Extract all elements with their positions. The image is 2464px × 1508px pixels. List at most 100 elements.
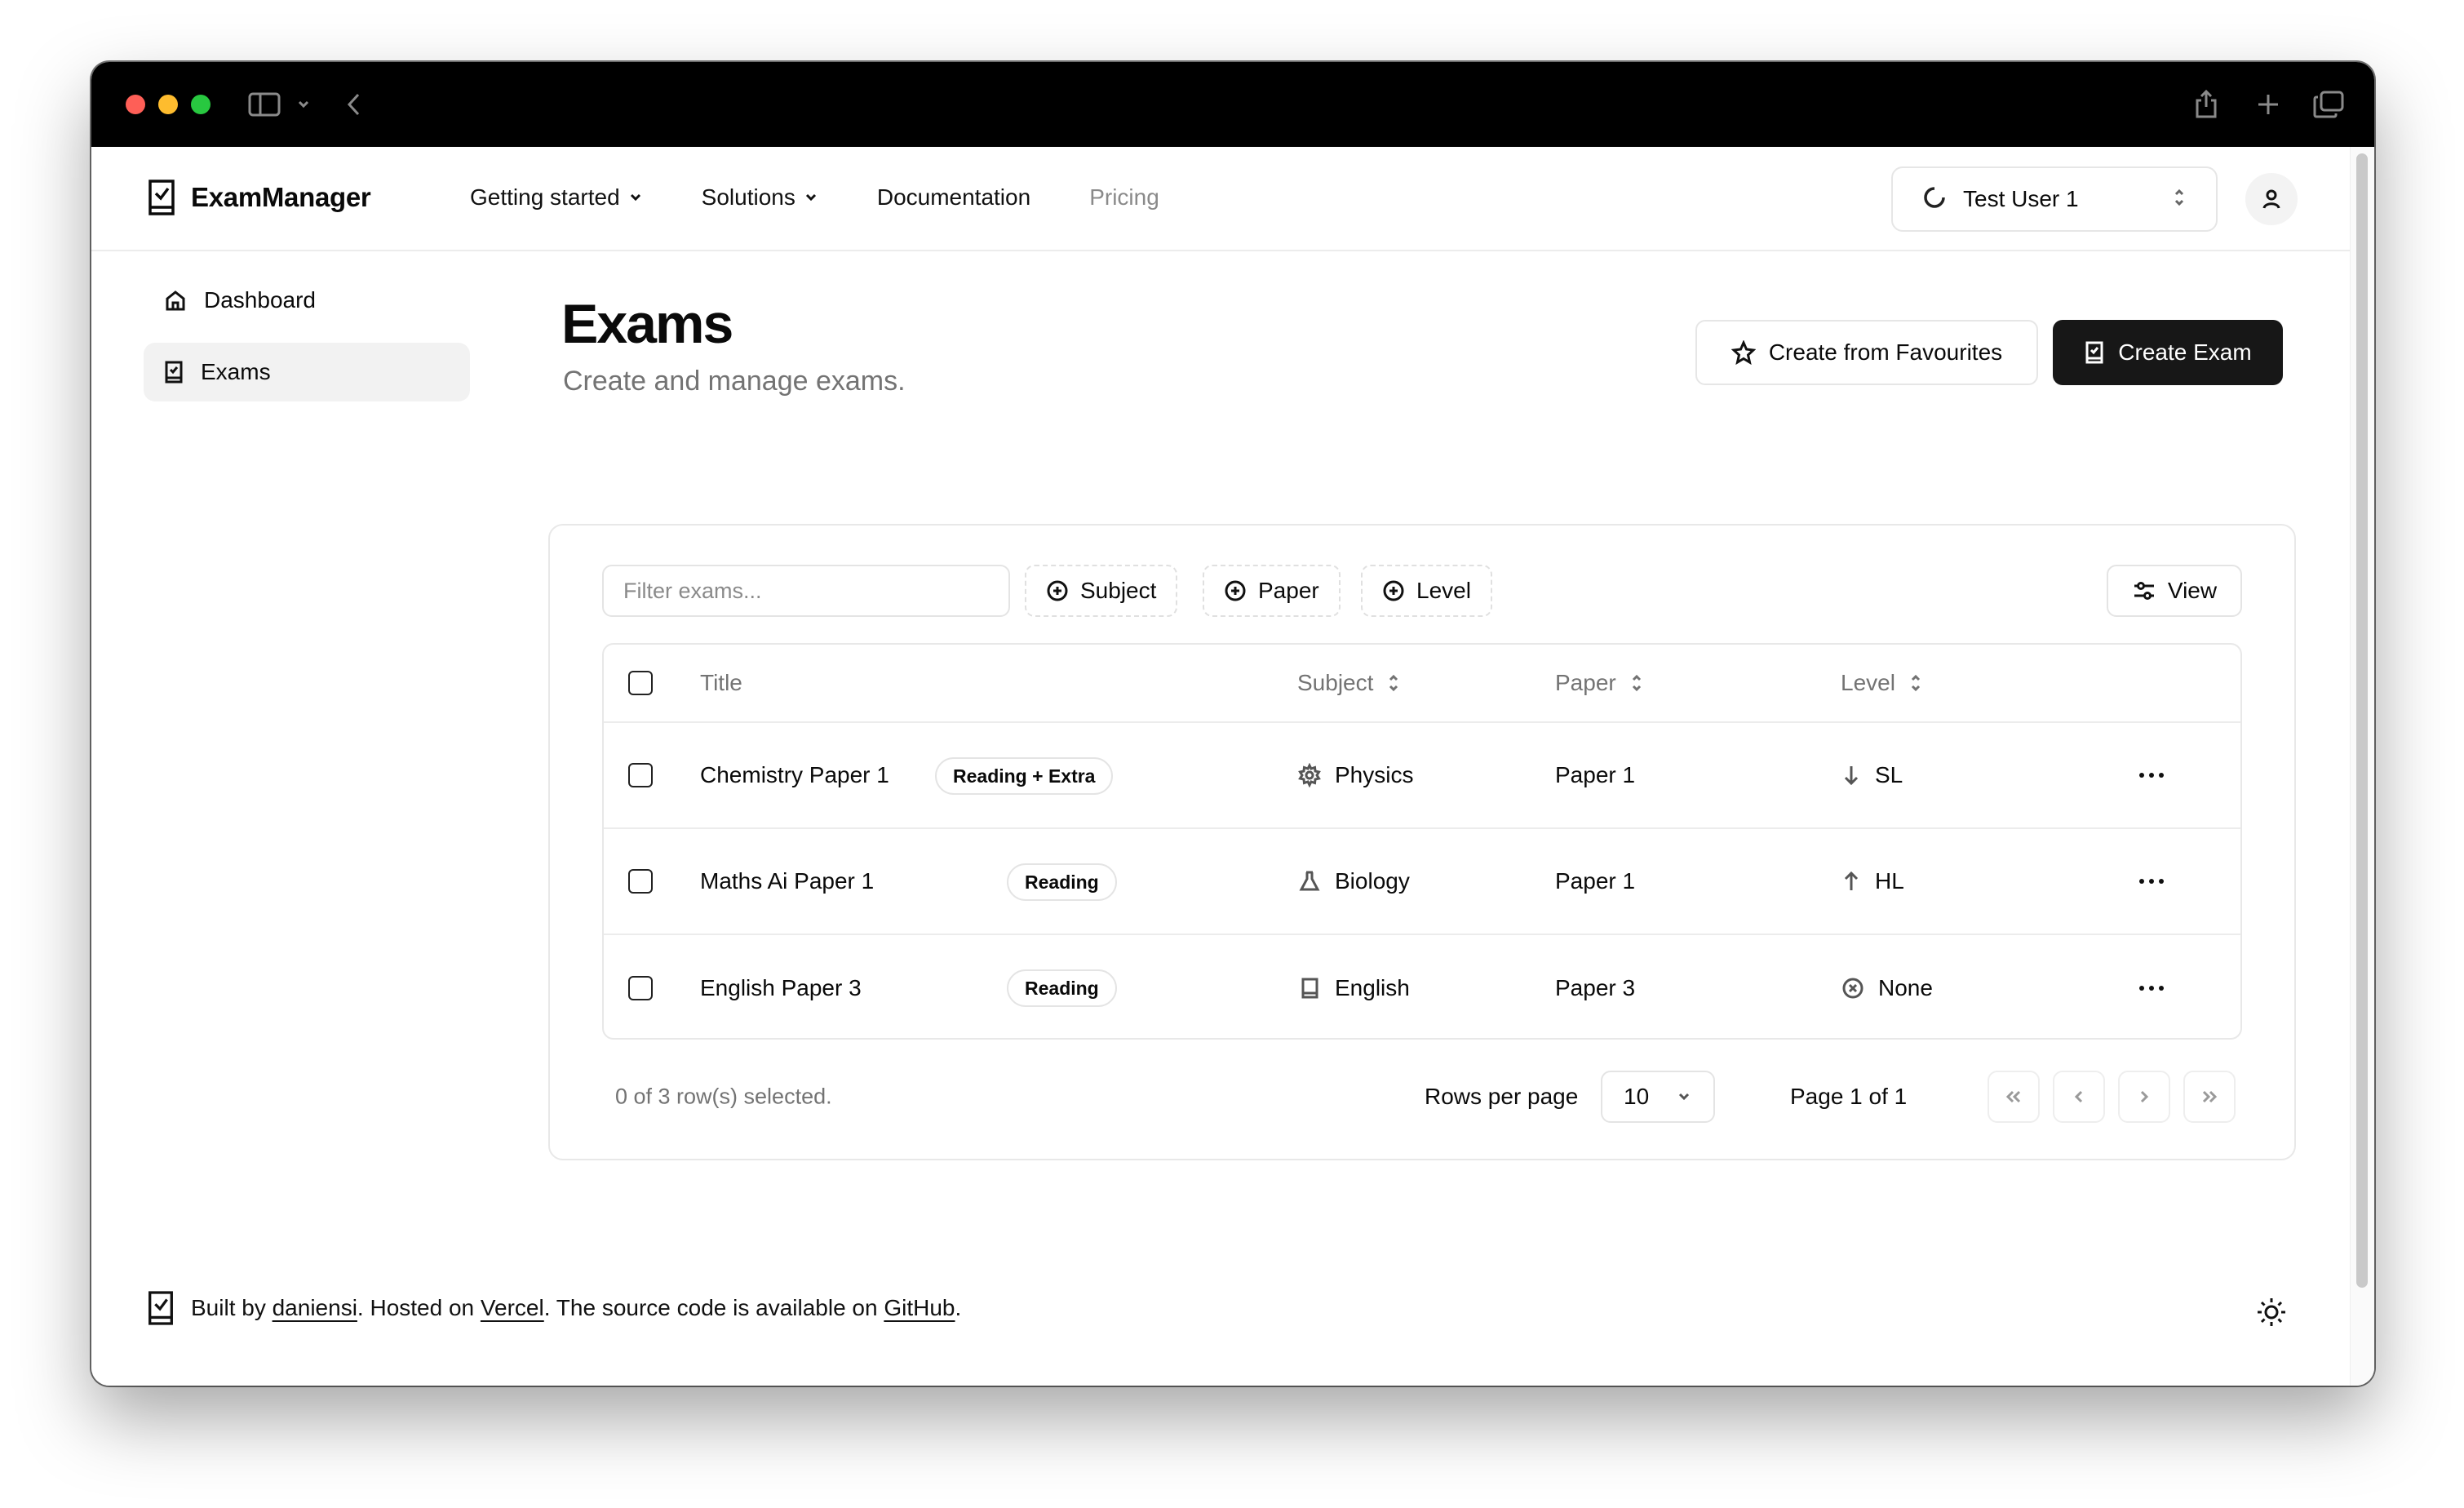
chevrons-right-icon — [2202, 1090, 2218, 1103]
column-header-paper[interactable]: Paper — [1555, 645, 1644, 721]
nav-documentation[interactable]: Documentation — [877, 184, 1030, 211]
subject-label: Physics — [1335, 762, 1414, 787]
user-account-button[interactable] — [2245, 173, 2298, 225]
exam-subject: Physics — [1297, 723, 1413, 827]
web-page: ExamManager Getting started Solutions Do… — [91, 147, 2374, 1386]
sidebar-item-exams[interactable]: Exams — [144, 343, 470, 401]
share-icon[interactable] — [2188, 86, 2224, 122]
app-logo[interactable]: ExamManager — [145, 178, 371, 217]
exam-logo-icon — [148, 180, 175, 215]
view-options-button[interactable]: View — [2107, 565, 2242, 617]
level-filter-button[interactable]: Level — [1361, 565, 1492, 617]
chevron-left-icon — [2074, 1090, 2083, 1103]
row-actions-button[interactable] — [2138, 829, 2165, 934]
user-switcher[interactable]: Test User 1 — [1891, 166, 2218, 232]
rows-per-page-select[interactable]: 10 — [1601, 1071, 1715, 1123]
exam-paper: Paper 3 — [1555, 975, 1636, 1000]
exam-level: HL — [1841, 829, 1904, 934]
row-select-cell — [628, 723, 653, 827]
exam-icon — [165, 361, 183, 384]
sun-icon — [2258, 1298, 2285, 1326]
column-header-level[interactable]: Level — [1841, 645, 1923, 721]
next-page-button[interactable] — [2118, 1071, 2170, 1123]
nav-item-label: Documentation — [876, 184, 1031, 210]
home-icon — [166, 291, 185, 311]
row-checkbox[interactable] — [628, 976, 653, 1000]
select-all-checkbox[interactable] — [628, 671, 653, 695]
sidebar-item-label: Dashboard — [204, 287, 316, 313]
github-link[interactable]: GitHub — [884, 1295, 955, 1320]
first-page-button[interactable] — [1988, 1071, 2040, 1123]
selection-count: 0 of 3 row(s) selected. — [615, 1084, 832, 1109]
column-header-label: Level — [1841, 670, 1895, 695]
exam-subject: English — [1297, 935, 1410, 1038]
minimize-window-button[interactable] — [158, 95, 178, 114]
page-subtitle: Create and manage exams. — [563, 366, 906, 397]
row-select-cell — [628, 935, 653, 1038]
plus-circle-icon — [1225, 580, 1246, 601]
scrollbar-thumb[interactable] — [2356, 153, 2368, 1288]
facet-label: Subject — [1080, 578, 1157, 603]
exam-title: Chemistry Paper 1 — [700, 762, 889, 787]
table-row[interactable]: Maths Ai Paper 1 Reading Biology Paper 1… — [604, 829, 2240, 935]
back-icon[interactable] — [336, 86, 372, 122]
new-tab-icon[interactable] — [2250, 86, 2286, 122]
author-link[interactable]: daniensi — [273, 1295, 357, 1320]
create-exam-button[interactable]: Create Exam — [2053, 320, 2283, 385]
chevron-down-icon — [1678, 1093, 1690, 1101]
previous-page-button[interactable] — [2053, 1071, 2105, 1123]
more-horizontal-icon — [2139, 773, 2164, 778]
filter-exams-input[interactable] — [602, 565, 1010, 617]
nav-item-label: Getting started — [470, 184, 620, 210]
chevrons-up-down-icon — [2172, 187, 2187, 212]
exam-level: None — [1841, 935, 1933, 1038]
vercel-link[interactable]: Vercel — [481, 1295, 544, 1320]
sidebar-item-dashboard[interactable]: Dashboard — [144, 271, 470, 330]
column-header-label: Subject — [1297, 670, 1374, 695]
rows-per-page-label: Rows per page — [1425, 1084, 1579, 1109]
sidebar-toggle-icon[interactable] — [246, 86, 282, 122]
row-actions-button[interactable] — [2138, 723, 2165, 827]
site-header: ExamManager Getting started Solutions Do… — [91, 147, 2350, 251]
status-badge: Reading + Extra — [935, 757, 1114, 795]
row-checkbox[interactable] — [628, 869, 653, 894]
paper-filter-button[interactable]: Paper — [1203, 565, 1341, 617]
row-checkbox[interactable] — [628, 763, 653, 787]
nav-getting-started[interactable]: Getting started — [470, 184, 643, 211]
scrollbar[interactable] — [2350, 147, 2374, 1386]
last-page-button[interactable] — [2183, 1071, 2236, 1123]
theme-toggle-button[interactable] — [2245, 1286, 2298, 1338]
site-footer: Built by daniensi. Hosted on Vercel. The… — [145, 1289, 961, 1327]
rows-per-page-value: 10 — [1624, 1084, 1650, 1109]
subject-label: English — [1335, 975, 1410, 1000]
star-icon — [1731, 340, 1756, 365]
exam-logo-icon — [148, 1291, 173, 1325]
sort-icon — [1389, 674, 1398, 692]
table-row[interactable]: English Paper 3 Reading English Paper 3 … — [604, 935, 2240, 1038]
more-horizontal-icon — [2139, 986, 2164, 991]
subject-filter-button[interactable]: Subject — [1025, 565, 1178, 617]
chevron-down-icon[interactable] — [286, 86, 321, 122]
app-name: ExamManager — [191, 182, 371, 212]
circle-x-icon — [1842, 978, 1864, 999]
maximize-window-button[interactable] — [191, 95, 211, 114]
footer-text: Built by daniensi. Hosted on Vercel. The… — [191, 1295, 961, 1321]
more-horizontal-icon — [2139, 879, 2164, 884]
user-name: Test User 1 — [1963, 186, 2079, 211]
row-select-cell — [628, 829, 653, 934]
nav-pricing[interactable]: Pricing — [1089, 184, 1159, 211]
button-label: Create Exam — [2118, 339, 2252, 365]
chevron-right-icon — [2140, 1090, 2149, 1103]
arrow-up-icon — [1844, 871, 1859, 890]
create-from-favourites-button[interactable]: Create from Favourites — [1695, 320, 2038, 385]
nav-item-label: Pricing — [1089, 184, 1159, 210]
footer-source-text: . The source code is available on — [543, 1295, 878, 1320]
chevrons-left-icon — [2005, 1090, 2021, 1103]
table-row[interactable]: Chemistry Paper 1 Reading + Extra Physic… — [604, 723, 2240, 829]
sidebar-item-label: Exams — [201, 359, 271, 384]
column-header-subject[interactable]: Subject — [1297, 645, 1401, 721]
close-window-button[interactable] — [126, 95, 145, 114]
row-actions-button[interactable] — [2138, 935, 2165, 1038]
tabs-overview-icon[interactable] — [2311, 86, 2347, 122]
nav-solutions[interactable]: Solutions — [702, 184, 818, 211]
